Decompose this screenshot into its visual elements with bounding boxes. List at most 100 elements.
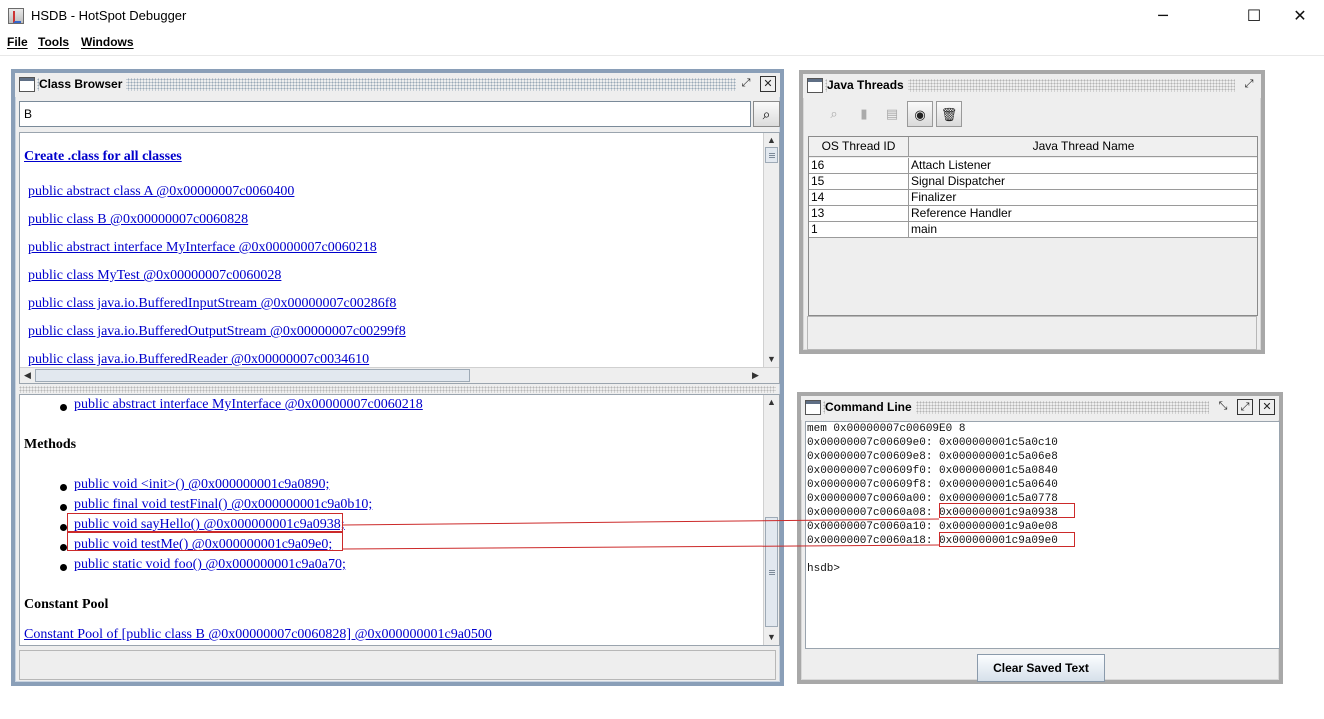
class-link[interactable]: public class MyTest @0x00000007c0060028 bbox=[28, 268, 281, 284]
thread-name-cell: Signal Dispatcher bbox=[909, 174, 1257, 190]
bullet-icon bbox=[60, 404, 67, 411]
java-threads-titlebar[interactable]: Java Threads ⤢ bbox=[803, 74, 1261, 98]
class-list: Create .class for all classes public abs… bbox=[20, 133, 763, 367]
command-output-line: 0x00000007c0060a18: 0x000000001c9a09e0 bbox=[807, 535, 1058, 547]
threads-toolbar: ⌕ ▮ ▤ ◉ 🗑 bbox=[807, 99, 1257, 130]
bullet-icon bbox=[60, 504, 67, 511]
command-line-titlebar[interactable]: Command Line ⤡ ⤢ ✕ bbox=[801, 396, 1279, 420]
command-output-line: mem 0x00000007c00609E0 8 bbox=[807, 423, 966, 435]
thread-name-cell: main bbox=[909, 222, 1257, 238]
maximize-frame-icon[interactable]: ⤢ bbox=[1241, 77, 1257, 93]
clear-saved-text-button[interactable]: Clear Saved Text bbox=[977, 654, 1105, 682]
maximize-button[interactable]: ☐ bbox=[1231, 0, 1277, 31]
maximize-frame-icon[interactable]: ⤢ bbox=[738, 76, 754, 92]
class-detail-pane: public abstract interface MyInterface @0… bbox=[19, 394, 780, 646]
minimize-button[interactable]: ─ bbox=[1140, 0, 1186, 31]
thread-id-cell: 14 bbox=[809, 190, 909, 206]
inspect-thread-icon[interactable]: ⌕ bbox=[821, 101, 847, 127]
method-link[interactable]: public void testMe() @0x000000001c9a09e0… bbox=[74, 537, 332, 553]
command-output-line: 0x00000007c00609f0: 0x000000001c5a0840 bbox=[807, 465, 1058, 477]
class-browser-frame: Class Browser ⤢ ✕ ⌕ Create .class for al… bbox=[11, 69, 784, 686]
constant-pool-link[interactable]: Constant Pool of [public class B @0x0000… bbox=[24, 627, 492, 643]
class-list-hscrollbar[interactable]: ◀ ▶ bbox=[20, 367, 779, 383]
command-line-frame: Command Line ⤡ ⤢ ✕ mem 0x00000007c00609E… bbox=[797, 392, 1283, 684]
thread-info-icon[interactable]: ◉ bbox=[907, 101, 933, 127]
class-link[interactable]: public abstract class A @0x00000007c0060… bbox=[28, 184, 294, 200]
hscroll-thumb[interactable] bbox=[35, 369, 470, 382]
close-button[interactable]: ✕ bbox=[1277, 0, 1323, 31]
class-list-pane: Create .class for all classes public abs… bbox=[19, 132, 780, 384]
command-output-line: 0x00000007c00609e0: 0x000000001c5a0c10 bbox=[807, 437, 1058, 449]
command-output-line: 0x00000007c00609f8: 0x000000001c5a0640 bbox=[807, 479, 1058, 491]
scroll-left-icon[interactable]: ◀ bbox=[20, 368, 35, 383]
thread-id-cell: 16 bbox=[809, 158, 909, 174]
class-link[interactable]: public class java.io.BufferedReader @0x0… bbox=[28, 352, 369, 367]
scroll-up-icon[interactable]: ▲ bbox=[764, 133, 779, 148]
command-prompt[interactable]: hsdb> bbox=[807, 562, 840, 576]
class-link[interactable]: public abstract interface MyInterface @0… bbox=[28, 240, 377, 256]
java-threads-frame: Java Threads ⤢ ⌕ ▮ ▤ ◉ 🗑 OS Thread ID Ja… bbox=[799, 70, 1265, 354]
command-output-line: 0x00000007c00609e8: 0x000000001c5a06e8 bbox=[807, 451, 1058, 463]
class-link[interactable]: public class java.io.BufferedInputStream… bbox=[28, 296, 396, 312]
column-header-java-thread-name[interactable]: Java Thread Name bbox=[909, 137, 1257, 157]
menubar: File Tools Windows bbox=[0, 31, 1324, 55]
table-row[interactable]: 15 Signal Dispatcher bbox=[809, 174, 1257, 190]
maximize-frame-icon[interactable]: ⤢ bbox=[1237, 399, 1253, 415]
method-link[interactable]: public static void foo() @0x000000001c9a… bbox=[74, 557, 346, 573]
bullet-icon bbox=[60, 564, 67, 571]
class-browser-titlebar[interactable]: Class Browser ⤢ ✕ bbox=[15, 73, 780, 97]
table-row[interactable]: 16 Attach Listener bbox=[809, 158, 1257, 174]
class-list-vscrollbar[interactable]: ▲ ▼ bbox=[763, 133, 779, 367]
create-class-link[interactable]: Create .class for all classes bbox=[24, 149, 182, 165]
thread-id-cell: 1 bbox=[809, 222, 909, 238]
class-link[interactable]: public class java.io.BufferedOutputStrea… bbox=[28, 324, 406, 340]
method-link[interactable]: public final void testFinal() @0x0000000… bbox=[74, 497, 372, 513]
command-output-area[interactable]: mem 0x00000007c00609E0 8 0x00000007c0060… bbox=[805, 421, 1280, 649]
menu-tools[interactable]: Tools bbox=[38, 35, 69, 49]
class-link[interactable]: public class B @0x00000007c0060828 bbox=[28, 212, 248, 228]
window-title: HSDB - HotSpot Debugger bbox=[31, 8, 187, 23]
class-detail-vscrollbar[interactable]: ▲ ▼ bbox=[763, 395, 779, 645]
class-search-input[interactable] bbox=[19, 101, 751, 127]
java-threads-title: Java Threads bbox=[827, 78, 908, 92]
thread-id-cell: 13 bbox=[809, 206, 909, 222]
command-output-line: 0x00000007c0060a10: 0x000000001c9a0e08 bbox=[807, 521, 1058, 533]
frame-icon bbox=[19, 77, 35, 92]
binoculars-icon[interactable]: ⌕ bbox=[753, 101, 780, 127]
table-row[interactable]: 13 Reference Handler bbox=[809, 206, 1257, 222]
scroll-thumb[interactable] bbox=[765, 517, 778, 627]
methods-heading: Methods bbox=[24, 437, 77, 452]
command-output-line: 0x00000007c0060a00: 0x000000001c5a0778 bbox=[807, 493, 1058, 505]
scroll-right-icon[interactable]: ▶ bbox=[748, 368, 763, 383]
scroll-down-icon[interactable]: ▼ bbox=[764, 630, 779, 645]
command-line-title: Command Line bbox=[825, 400, 916, 414]
class-browser-title: Class Browser bbox=[39, 77, 127, 91]
bullet-icon bbox=[60, 524, 67, 531]
stack-memory-icon[interactable]: ▮ bbox=[851, 101, 877, 127]
scroll-up-icon[interactable]: ▲ bbox=[764, 395, 779, 410]
java-app-icon bbox=[8, 8, 24, 24]
close-frame-icon[interactable]: ✕ bbox=[760, 76, 776, 92]
method-link[interactable]: public void <init>() @0x000000001c9a0890… bbox=[74, 477, 329, 493]
close-frame-icon[interactable]: ✕ bbox=[1259, 399, 1275, 415]
thread-id-cell: 15 bbox=[809, 174, 909, 190]
interface-link[interactable]: public abstract interface MyInterface @0… bbox=[74, 397, 423, 413]
method-link[interactable]: public void sayHello() @0x000000001c9a09… bbox=[74, 517, 345, 533]
column-header-os-thread-id[interactable]: OS Thread ID bbox=[809, 137, 909, 157]
frame-icon bbox=[805, 400, 821, 415]
frame-icon bbox=[807, 78, 823, 93]
thread-name-cell: Finalizer bbox=[909, 190, 1257, 206]
show-stack-trace-icon[interactable]: ▤ bbox=[879, 101, 905, 127]
class-search-row: ⌕ bbox=[19, 101, 780, 129]
table-row[interactable]: 1 main bbox=[809, 222, 1257, 238]
scroll-down-icon[interactable]: ▼ bbox=[764, 352, 779, 367]
minimize-frame-icon[interactable]: ⤡ bbox=[1215, 399, 1231, 415]
scroll-thumb[interactable] bbox=[765, 147, 778, 163]
table-row[interactable]: 14 Finalizer bbox=[809, 190, 1257, 206]
menu-file[interactable]: File bbox=[7, 35, 28, 49]
threads-table: OS Thread ID Java Thread Name 16 Attach … bbox=[808, 136, 1258, 316]
split-pane-divider[interactable] bbox=[19, 386, 776, 393]
trash-icon[interactable]: 🗑 bbox=[936, 101, 962, 127]
constant-pool-heading: Constant Pool bbox=[24, 597, 109, 612]
menu-windows[interactable]: Windows bbox=[81, 35, 134, 49]
